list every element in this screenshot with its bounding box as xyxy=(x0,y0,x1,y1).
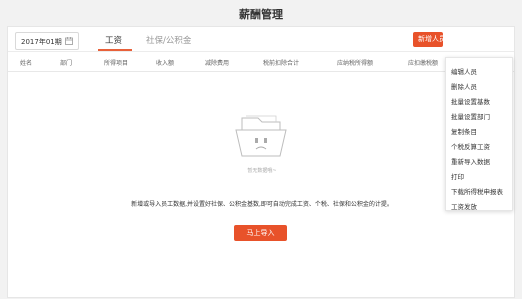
main-panel: 2017年01期 工资 社保/公积金 新增人员 姓名 部门 所得项目 收入额 减… xyxy=(7,26,515,298)
page-title: 薪酬管理 xyxy=(239,8,283,21)
menu-item-delete-employee[interactable]: 删除人员 xyxy=(451,81,477,91)
column-header: 应扣缴税额 xyxy=(408,60,439,67)
menu-item-reimport-data[interactable]: 重新导入数据 xyxy=(451,156,490,166)
column-header: 姓名 xyxy=(20,60,33,67)
table-header: 姓名 部门 所得项目 收入额 减除费用 税前扣除合计 应纳税所得额 应扣缴税额 xyxy=(8,53,514,72)
page-header: 薪酬管理 xyxy=(0,0,522,26)
tab-salary[interactable]: 工资 xyxy=(105,34,122,46)
menu-item-print[interactable]: 打印 xyxy=(451,171,464,181)
empty-state-text: 暂无数据哦~ xyxy=(247,168,277,174)
menu-item-batch-set-department[interactable]: 批量设置部门 xyxy=(451,111,490,121)
menu-item-copy-entry[interactable]: 复制条目 xyxy=(451,126,477,136)
column-header: 应纳税所得额 xyxy=(337,60,374,67)
empty-folder-icon xyxy=(235,115,287,157)
toolbar: 2017年01期 工资 社保/公积金 新增人员 xyxy=(8,27,514,53)
calendar-icon xyxy=(65,37,73,45)
column-header: 减除费用 xyxy=(205,60,230,67)
more-actions-menu: 编辑人员 删除人员 批量设置基数 批量设置部门 复制条目 个税反算工资 重新导入… xyxy=(445,57,513,211)
column-header: 收入额 xyxy=(156,60,175,67)
column-header: 部门 xyxy=(60,60,73,67)
menu-item-reverse-calc-salary[interactable]: 个税反算工资 xyxy=(451,141,490,151)
menu-item-salary-payment[interactable]: 工资发放 xyxy=(451,201,477,211)
empty-state-hint: 新增或导入员工数据,并设置好社保、公积金基数,即可自动完成工资、个税、社保和公积… xyxy=(131,201,393,208)
add-employee-button[interactable]: 新增人员 xyxy=(413,32,443,47)
column-header: 税前扣除合计 xyxy=(263,60,300,67)
column-header: 所得项目 xyxy=(104,60,129,67)
menu-item-download-tax-report[interactable]: 下载所得税申报表 xyxy=(451,186,503,196)
import-now-button[interactable]: 马上导入 xyxy=(234,225,287,241)
toolbar-divider xyxy=(8,51,514,52)
menu-item-batch-set-base[interactable]: 批量设置基数 xyxy=(451,96,490,106)
period-picker[interactable]: 2017年01期 xyxy=(15,32,79,50)
tab-social-security[interactable]: 社保/公积金 xyxy=(146,34,191,46)
period-value: 2017年01期 xyxy=(21,38,62,46)
menu-item-edit-employee[interactable]: 编辑人员 xyxy=(451,66,477,76)
